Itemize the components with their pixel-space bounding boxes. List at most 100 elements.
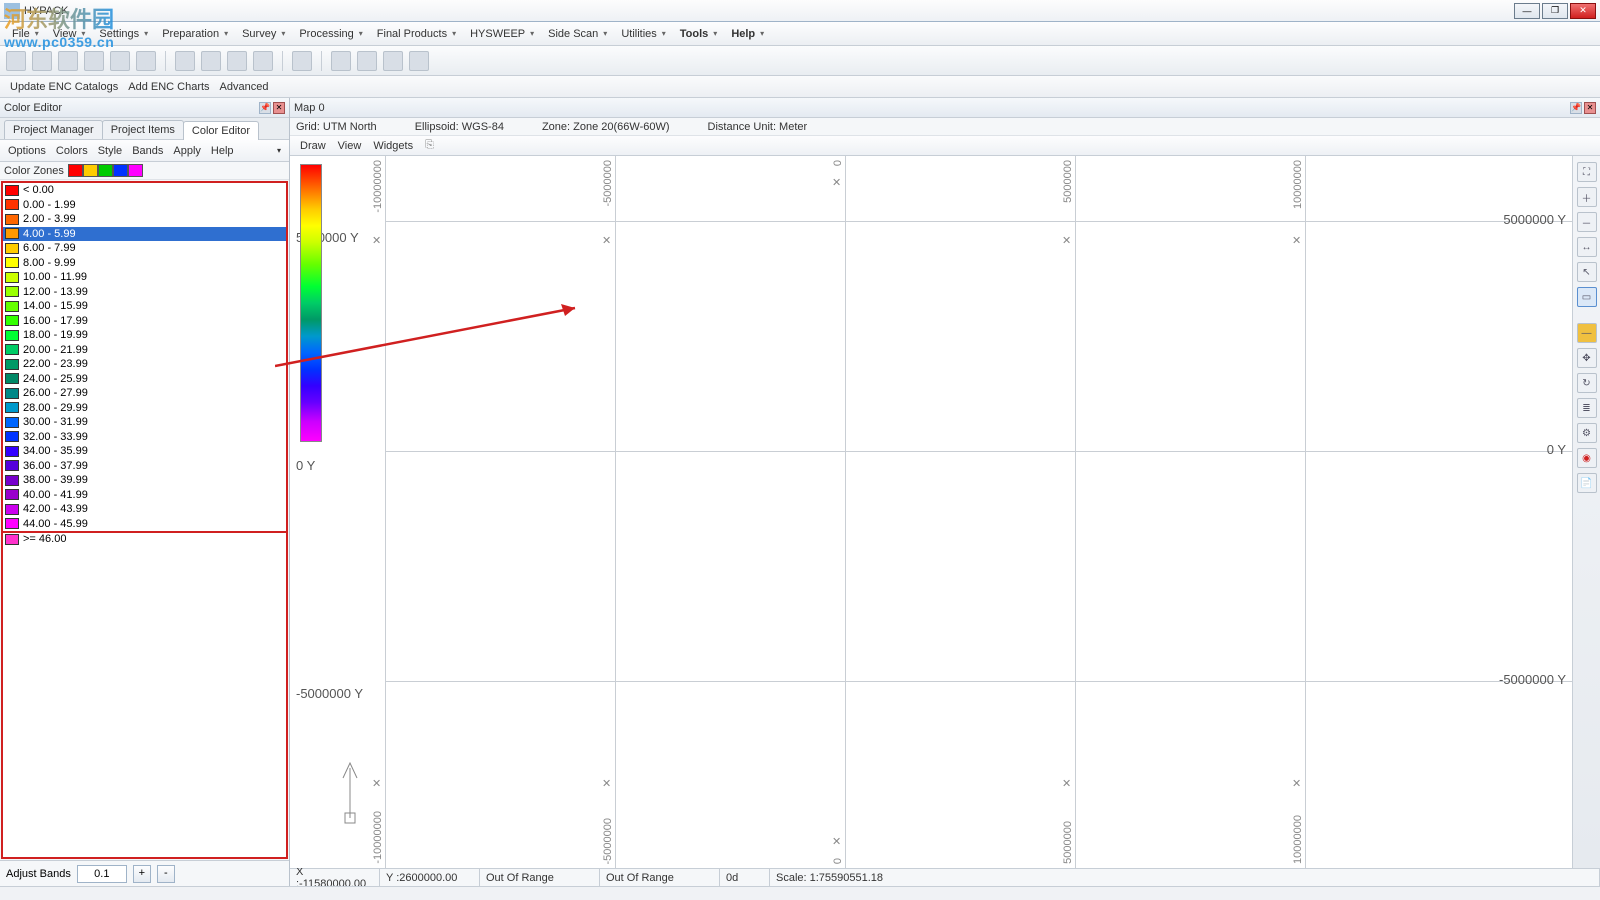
map-pin-icon[interactable]: 📌 <box>1570 102 1582 114</box>
band-row[interactable]: 28.00 - 29.99 <box>3 401 286 416</box>
tool-target-icon[interactable] <box>253 51 273 71</box>
minimize-button[interactable]: — <box>1514 3 1540 19</box>
tool-book-icon[interactable] <box>201 51 221 71</box>
tool-list-icon[interactable] <box>409 51 429 71</box>
band-row[interactable]: 22.00 - 23.99 <box>3 357 286 372</box>
tool-grid-icon[interactable] <box>227 51 247 71</box>
band-row[interactable]: 40.00 - 41.99 <box>3 488 286 503</box>
tab-project-items[interactable]: Project Items <box>102 120 184 139</box>
tab-project-manager[interactable]: Project Manager <box>4 120 103 139</box>
enc-advanced[interactable]: Advanced <box>220 81 269 93</box>
map-menu-draw[interactable]: Draw <box>296 139 330 153</box>
map-close-icon[interactable]: ✕ <box>1584 102 1596 114</box>
map-tool-note-icon[interactable]: 📄 <box>1577 473 1597 493</box>
band-row[interactable]: 30.00 - 31.99 <box>3 415 286 430</box>
menu-side-scan[interactable]: Side Scan <box>542 26 613 42</box>
ce-menu-colors[interactable]: Colors <box>56 145 88 157</box>
ce-menu-help[interactable]: Help <box>211 145 234 157</box>
map-tool-select-icon[interactable]: ▭ <box>1577 287 1597 307</box>
color-zone-swatch[interactable] <box>68 164 83 177</box>
ce-menu-bands[interactable]: Bands <box>132 145 163 157</box>
band-row[interactable]: 6.00 - 7.99 <box>3 241 286 256</box>
map-unit: Distance Unit: Meter <box>708 121 808 133</box>
menu-view[interactable]: View <box>47 26 92 42</box>
pin-icon[interactable]: 📌 <box>259 102 271 114</box>
map-menu-extra-icon[interactable]: ⎘ <box>425 139 434 152</box>
band-row[interactable]: 14.00 - 15.99 <box>3 299 286 314</box>
adjust-bands-value[interactable]: 0.1 <box>77 865 127 883</box>
close-button[interactable]: ✕ <box>1570 3 1596 19</box>
color-zone-swatch[interactable] <box>98 164 113 177</box>
map-tool-layers-icon[interactable]: ≣ <box>1577 398 1597 418</box>
tool-open-icon[interactable] <box>58 51 78 71</box>
map-tool-settings-icon[interactable]: ⚙ <box>1577 423 1597 443</box>
maximize-button[interactable]: ❐ <box>1542 3 1568 19</box>
map-canvas[interactable]: 5000000 Y 0 Y -5000000 Y 5000000 Y 0 Y -… <box>290 156 1600 868</box>
band-row[interactable]: 32.00 - 33.99 <box>3 430 286 445</box>
band-row[interactable]: 12.00 - 13.99 <box>3 285 286 300</box>
band-row[interactable]: 24.00 - 25.99 <box>3 372 286 387</box>
band-row[interactable]: < 0.00 <box>3 183 286 198</box>
band-list[interactable]: < 0.000.00 - 1.992.00 - 3.994.00 - 5.996… <box>1 181 288 859</box>
band-row[interactable]: 10.00 - 11.99 <box>3 270 286 285</box>
adjust-minus-button[interactable]: - <box>157 865 175 883</box>
tool-mail-icon[interactable] <box>331 51 351 71</box>
color-zone-swatch[interactable] <box>113 164 128 177</box>
tool-globe-icon[interactable] <box>32 51 52 71</box>
menu-help[interactable]: Help <box>725 26 770 42</box>
band-row[interactable]: 18.00 - 19.99 <box>3 328 286 343</box>
menu-settings[interactable]: Settings <box>93 26 154 42</box>
menu-file[interactable]: File <box>6 26 45 42</box>
tool-chart-icon[interactable] <box>175 51 195 71</box>
map-tool-rotate-icon[interactable]: ↻ <box>1577 373 1597 393</box>
ce-menu-style[interactable]: Style <box>98 145 122 157</box>
map-tool-measure-icon[interactable]: ↔ <box>1577 237 1597 257</box>
band-row[interactable]: >= 46.00 <box>3 531 286 546</box>
color-zone-swatch[interactable] <box>128 164 143 177</box>
band-row[interactable]: 44.00 - 45.99 <box>3 517 286 532</box>
map-tool-pointer-icon[interactable]: ↖ <box>1577 262 1597 282</box>
tool-new-icon[interactable] <box>6 51 26 71</box>
panel-close-icon[interactable]: ✕ <box>273 102 285 114</box>
menu-survey[interactable]: Survey <box>236 26 291 42</box>
enc-update[interactable]: Update ENC Catalogs <box>10 81 118 93</box>
map-tool-extent-icon[interactable]: ⛶ <box>1577 162 1597 182</box>
adjust-plus-button[interactable]: + <box>133 865 151 883</box>
menu-processing[interactable]: Processing <box>293 26 368 42</box>
band-row[interactable]: 38.00 - 39.99 <box>3 473 286 488</box>
color-zone-swatch[interactable] <box>83 164 98 177</box>
ce-menu-options[interactable]: Options <box>8 145 46 157</box>
map-menu-view[interactable]: View <box>334 139 366 153</box>
tab-color-editor[interactable]: Color Editor <box>183 121 259 140</box>
band-row[interactable]: 36.00 - 37.99 <box>3 459 286 474</box>
tool-save-icon[interactable] <box>84 51 104 71</box>
map-tool-zoomout-icon[interactable]: － <box>1577 212 1597 232</box>
ce-menu-chevron-icon[interactable]: ▾ <box>277 146 281 155</box>
band-row[interactable]: 34.00 - 35.99 <box>3 444 286 459</box>
map-menu-widgets[interactable]: Widgets <box>369 139 417 153</box>
tool-settings-icon[interactable] <box>136 51 156 71</box>
menu-hysweep[interactable]: HYSWEEP <box>464 26 540 42</box>
band-row[interactable]: 0.00 - 1.99 <box>3 198 286 213</box>
enc-add[interactable]: Add ENC Charts <box>128 81 209 93</box>
tool-wizard-icon[interactable] <box>110 51 130 71</box>
menu-preparation[interactable]: Preparation <box>156 26 234 42</box>
map-tool-pan-icon[interactable]: ✥ <box>1577 348 1597 368</box>
band-row[interactable]: 8.00 - 9.99 <box>3 256 286 271</box>
band-row[interactable]: 4.00 - 5.99 <box>3 227 286 242</box>
band-row[interactable]: 26.00 - 27.99 <box>3 386 286 401</box>
band-row[interactable]: 2.00 - 3.99 <box>3 212 286 227</box>
menu-utilities[interactable]: Utilities <box>615 26 671 42</box>
map-tool-record-icon[interactable]: ◉ <box>1577 448 1597 468</box>
band-row[interactable]: 16.00 - 17.99 <box>3 314 286 329</box>
menu-tools[interactable]: Tools <box>674 26 724 42</box>
map-tool-line-icon[interactable]: — <box>1577 323 1597 343</box>
ce-menu-apply[interactable]: Apply <box>173 145 201 157</box>
menu-final-products[interactable]: Final Products <box>371 26 462 42</box>
tool-trash-icon[interactable] <box>357 51 377 71</box>
map-tool-zoomin-icon[interactable]: ＋ <box>1577 187 1597 207</box>
tool-cloud-icon[interactable] <box>383 51 403 71</box>
tool-measure-icon[interactable] <box>292 51 312 71</box>
band-row[interactable]: 20.00 - 21.99 <box>3 343 286 358</box>
band-row[interactable]: 42.00 - 43.99 <box>3 502 286 517</box>
